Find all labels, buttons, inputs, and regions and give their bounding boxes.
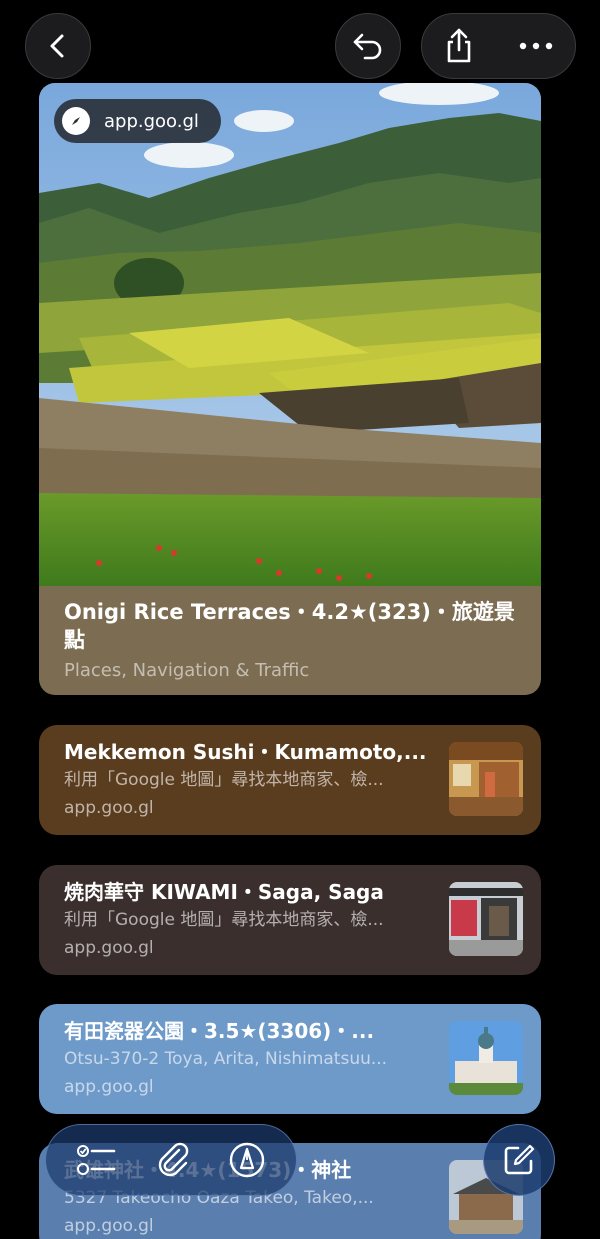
result-description: 利用「Google 地圖」尋找本地商家、檢... [64,910,384,930]
result-card-kiwami[interactable]: 焼肉華守 KIWAMI・Saga, Saga 利用「Google 地圖」尋找本地… [39,865,541,975]
undo-arrow-icon [353,33,382,60]
url-chip[interactable]: app.goo.gl [54,99,221,143]
hero-subtitle: Places, Navigation & Traffic [64,660,310,681]
result-title: Mekkemon Sushi・Kumamoto,... [64,740,427,764]
attach-button[interactable] [155,1141,191,1179]
compose-icon [504,1144,535,1175]
paperclip-icon [158,1142,189,1177]
safari-compass-icon [62,107,90,135]
result-description: 利用「Google 地圖」尋找本地商家、檢... [64,770,384,790]
result-title: 有田瓷器公園・3.5★(3306)・... [64,1019,375,1043]
markup-button[interactable] [229,1142,265,1178]
share-button[interactable] [444,28,474,64]
result-card-arita-porcelain-park[interactable]: 有田瓷器公園・3.5★(3306)・... Otsu-370-2 Toya, A… [39,1004,541,1114]
result-thumbnail [449,1021,523,1095]
result-url: app.goo.gl [64,1216,154,1236]
ellipsis-icon [519,42,552,50]
checklist-button[interactable] [77,1143,117,1177]
hero-link-card[interactable]: app.goo.gl Onigi Rice Terraces・4.2★(323)… [39,83,541,695]
result-url: app.goo.gl [64,938,154,958]
share-icon [447,28,471,63]
chevron-left-icon [50,34,64,58]
checklist-icon [77,1145,116,1175]
undo-button[interactable] [335,13,401,79]
rice-terraces-photo [39,83,541,586]
result-title: 焼肉華守 KIWAMI・Saga, Saga [64,880,384,904]
more-button[interactable] [519,42,553,50]
share-more-group [421,13,576,79]
pen-markup-icon [229,1142,265,1178]
result-thumbnail [449,882,523,956]
result-url: app.goo.gl [64,1077,154,1097]
result-card-mekkemon-sushi[interactable]: Mekkemon Sushi・Kumamoto,... 利用「Google 地圖… [39,725,541,835]
url-chip-label: app.goo.gl [104,110,199,132]
result-thumbnail [449,742,523,816]
compose-button[interactable] [483,1124,555,1196]
bottom-toolbar [45,1124,297,1196]
hero-title: Onigi Rice Terraces・4.2★(323)・旅遊景點 [64,600,515,652]
result-url: app.goo.gl [64,798,154,818]
result-description: Otsu-370-2 Toya, Arita, Nishimatsuu... [64,1049,388,1069]
back-button[interactable] [25,13,91,79]
